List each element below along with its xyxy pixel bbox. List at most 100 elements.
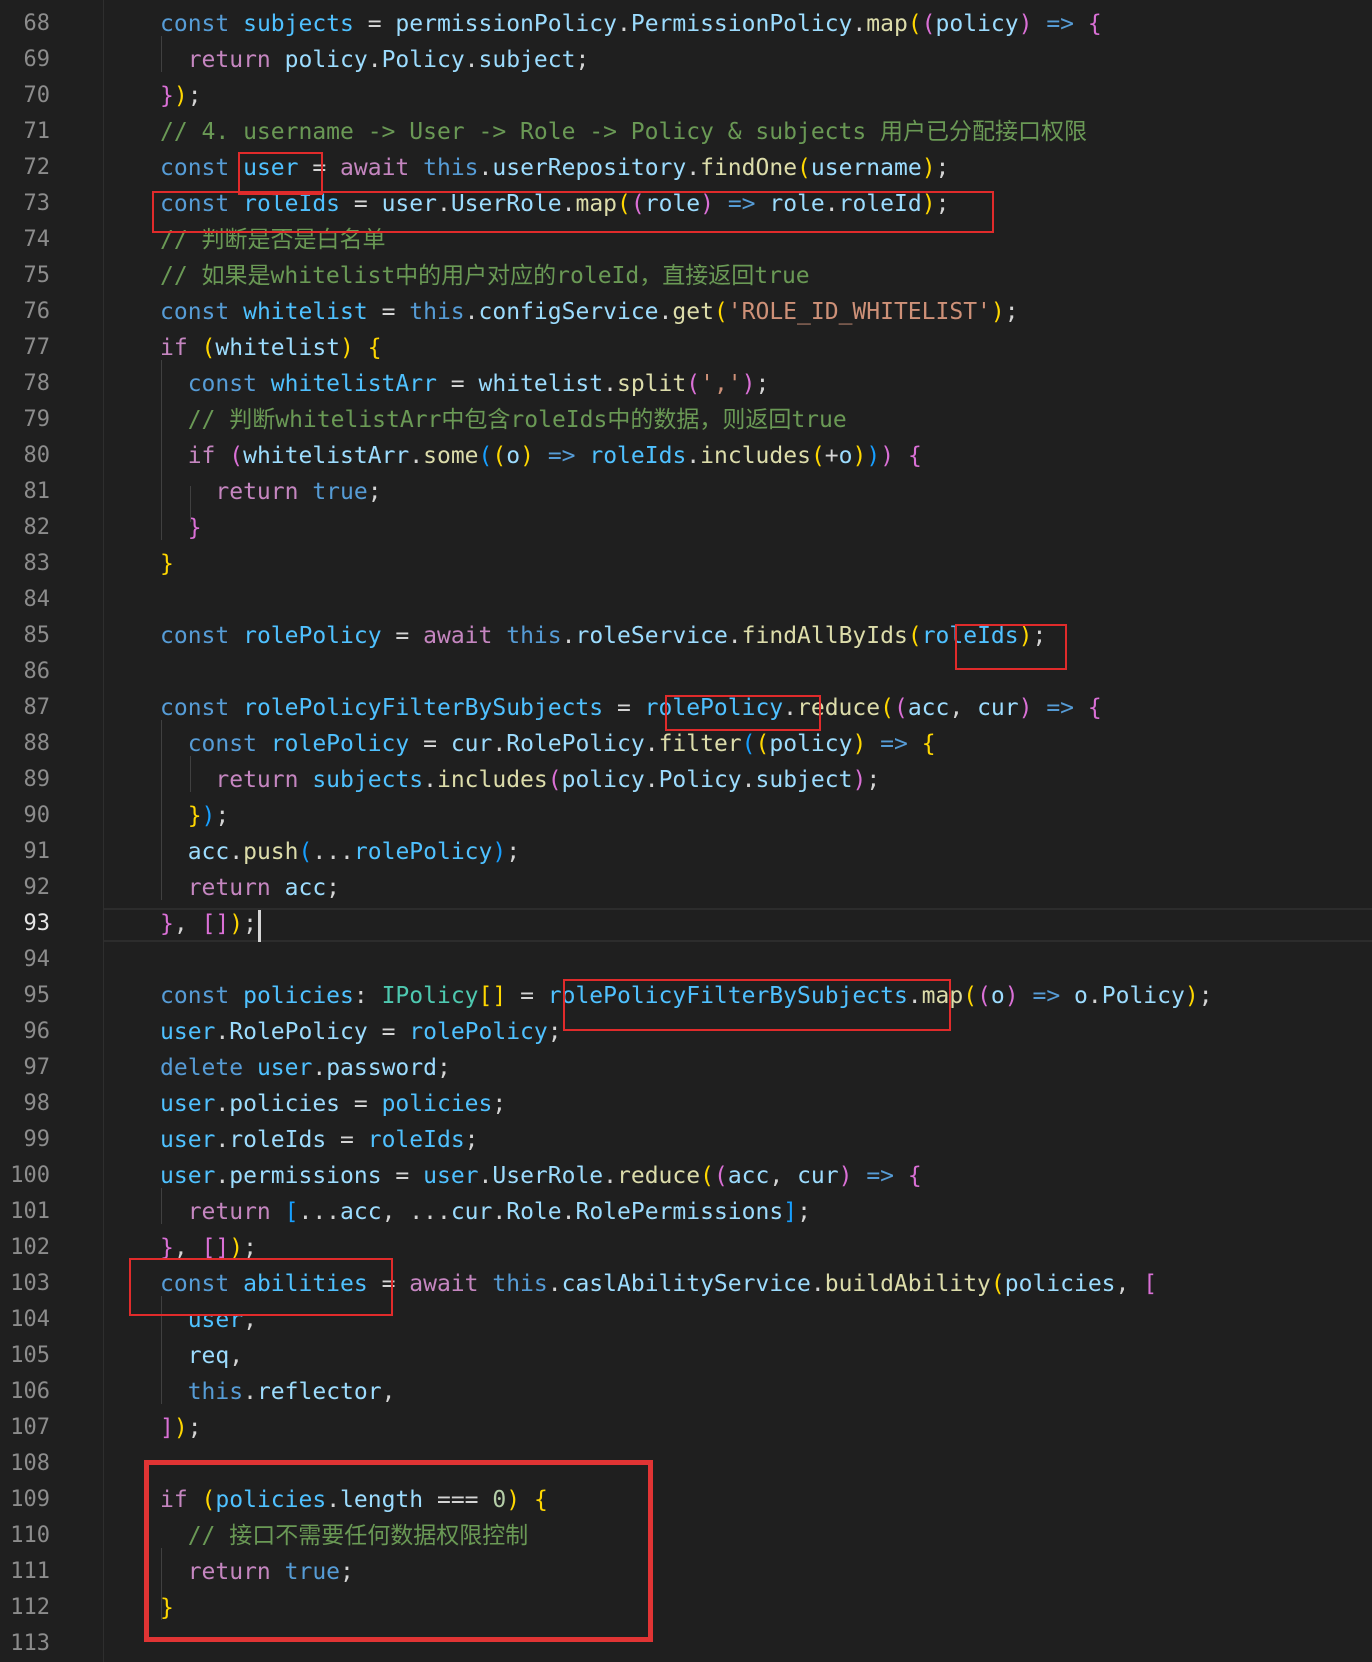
code-line[interactable]: 99 user.roleIds = roleIds;: [0, 1122, 1372, 1158]
code-line[interactable]: 70});: [0, 78, 1372, 114]
code-token: [: [284, 1199, 299, 1225]
code-token: ;: [464, 1127, 479, 1153]
code-text[interactable]: return policy.Policy.subject;: [160, 42, 590, 78]
code-text[interactable]: user.roleIds = roleIds;: [160, 1122, 479, 1158]
code-token: {: [367, 335, 382, 361]
code-token: ): [201, 803, 216, 829]
code-line[interactable]: 76 const whitelist = this.configService.g…: [0, 294, 1372, 330]
code-token: ): [741, 371, 756, 397]
code-line[interactable]: 91 acc.push(...rolePolicy);: [0, 834, 1372, 870]
code-line[interactable]: 106 this.reflector,: [0, 1374, 1372, 1410]
code-line[interactable]: 68 const subjects = permissionPolicy.Perm…: [0, 6, 1372, 42]
code-token: ): [866, 443, 881, 469]
code-line[interactable]: 77 if (whitelist) {: [0, 330, 1372, 366]
code-token: UserRole: [492, 1163, 604, 1189]
code-token: RolePolicy: [229, 1019, 368, 1045]
code-token: (: [907, 623, 922, 649]
code-text[interactable]: if (whitelistArr.some((o) => roleIds.inc…: [160, 438, 922, 474]
code-text[interactable]: return acc;: [160, 870, 340, 906]
code-token: acc: [907, 695, 950, 721]
code-line[interactable]: 71 // 4. username -> User -> Role -> Poli…: [0, 114, 1372, 150]
code-token: ]: [160, 1415, 174, 1441]
code-token: ): [173, 1415, 188, 1441]
code-token: .: [603, 371, 617, 397]
code-line[interactable]: 97 delete user.password;: [0, 1050, 1372, 1086]
code-token: (: [907, 11, 922, 37]
code-line[interactable]: 80 if (whitelistArr.some((o) => roleIds.…: [0, 438, 1372, 474]
code-line[interactable]: 92 return acc;: [0, 870, 1372, 906]
code-line[interactable]: 98 user.policies = policies;: [0, 1086, 1372, 1122]
code-text[interactable]: const rolePolicyFilterBySubjects = roleP…: [160, 690, 1102, 726]
code-text[interactable]: const whitelistArr = whitelist.split(','…: [160, 366, 770, 402]
code-text[interactable]: user.RolePolicy = rolePolicy;: [160, 1014, 562, 1050]
code-text[interactable]: }: [160, 546, 174, 582]
code-token: (: [741, 731, 756, 757]
code-token: ): [838, 1163, 853, 1189]
code-text[interactable]: const whitelist = this.configService.get…: [160, 294, 1019, 330]
code-token: return: [160, 1199, 285, 1225]
code-token: whitelist: [215, 335, 341, 361]
code-line[interactable]: 100 user.permissions = user.UserRole.redu…: [0, 1158, 1372, 1194]
code-text[interactable]: acc.push(...rolePolicy);: [160, 834, 520, 870]
code-line[interactable]: 81 return true;: [0, 474, 1372, 510]
code-token: , ...: [381, 1199, 451, 1225]
code-line[interactable]: 105 req,: [0, 1338, 1372, 1374]
code-line[interactable]: 107]);: [0, 1410, 1372, 1446]
code-line[interactable]: 85 const rolePolicy = await this.roleServ…: [0, 618, 1372, 654]
code-text[interactable]: // 4. username -> User -> Role -> Policy…: [160, 114, 1087, 150]
code-line[interactable]: 86: [0, 654, 1372, 690]
code-text[interactable]: if (whitelist) {: [160, 330, 382, 366]
code-text[interactable]: return subjects.includes(policy.Policy.s…: [160, 762, 880, 798]
code-token: (: [492, 443, 507, 469]
code-text[interactable]: const rolePolicy = await this.roleServic…: [160, 618, 1046, 654]
code-line[interactable]: 72 const user = await this.userRepository…: [0, 150, 1372, 186]
code-line[interactable]: 83}: [0, 546, 1372, 582]
code-line[interactable]: 75 // 如果是whitelist中的用户对应的roleId，直接返回true: [0, 258, 1372, 294]
code-text[interactable]: const subjects = permissionPolicy.Permis…: [160, 6, 1102, 42]
code-token: // 4. username -> User -> Role -> Policy…: [160, 119, 1088, 145]
code-text[interactable]: });: [160, 78, 202, 114]
code-token: ): [1018, 695, 1033, 721]
code-token: .: [478, 155, 493, 181]
code-text[interactable]: }: [160, 510, 202, 546]
code-line[interactable]: 78 const whitelistArr = whitelist.split(…: [0, 366, 1372, 402]
code-text[interactable]: });: [160, 798, 230, 834]
code-line[interactable]: 94: [0, 942, 1372, 978]
line-number: 100: [10, 1163, 50, 1188]
code-line[interactable]: 93}, []);: [0, 906, 1372, 942]
code-token: .: [561, 623, 576, 649]
code-line[interactable]: 88 const rolePolicy = cur.RolePolicy.fil…: [0, 726, 1372, 762]
code-line[interactable]: 90 });: [0, 798, 1372, 834]
line-number: 90: [23, 803, 51, 828]
code-token: roleIds: [367, 1127, 465, 1153]
code-token: ;: [492, 1091, 507, 1117]
code-token: o: [838, 443, 853, 469]
code-text[interactable]: this.reflector,: [160, 1374, 396, 1410]
code-text[interactable]: user.policies = policies;: [160, 1086, 506, 1122]
code-text[interactable]: // 判断whitelistArr中包含roleIds中的数据，则返回true: [160, 402, 847, 438]
code-text[interactable]: const rolePolicy = cur.RolePolicy.filter…: [160, 726, 936, 762]
line-number: 106: [10, 1379, 50, 1404]
code-token: =: [340, 1091, 382, 1117]
code-text[interactable]: // 如果是whitelist中的用户对应的roleId，直接返回true: [160, 258, 810, 294]
code-token: true: [312, 479, 368, 505]
code-line[interactable]: 84: [0, 582, 1372, 618]
code-text[interactable]: }, []);: [160, 906, 257, 942]
code-text[interactable]: req,: [160, 1338, 243, 1374]
code-text[interactable]: delete user.password;: [160, 1050, 451, 1086]
code-text[interactable]: return true;: [160, 474, 381, 510]
code-token: return: [160, 479, 313, 505]
code-line[interactable]: 101 return [...acc, ...cur.Role.RolePerm…: [0, 1194, 1372, 1230]
code-token: ;: [575, 47, 590, 73]
code-line[interactable]: 82 }: [0, 510, 1372, 546]
code-text[interactable]: ]);: [160, 1410, 202, 1446]
code-text[interactable]: return [...acc, ...cur.Role.RolePermissi…: [160, 1194, 811, 1230]
code-token: caslAbilityService: [561, 1271, 811, 1297]
code-token: includes: [436, 767, 548, 793]
code-text[interactable]: user.permissions = user.UserRole.reduce(…: [160, 1158, 922, 1194]
code-editor[interactable]: 68 const subjects = permissionPolicy.Perm…: [0, 0, 1372, 1662]
code-line[interactable]: 79 // 判断whitelistArr中包含roleIds中的数据，则返回tr…: [0, 402, 1372, 438]
code-line[interactable]: 69 return policy.Policy.subject;: [0, 42, 1372, 78]
code-line[interactable]: 89 return subjects.includes(policy.Polic…: [0, 762, 1372, 798]
line-number: 96: [23, 1019, 51, 1044]
